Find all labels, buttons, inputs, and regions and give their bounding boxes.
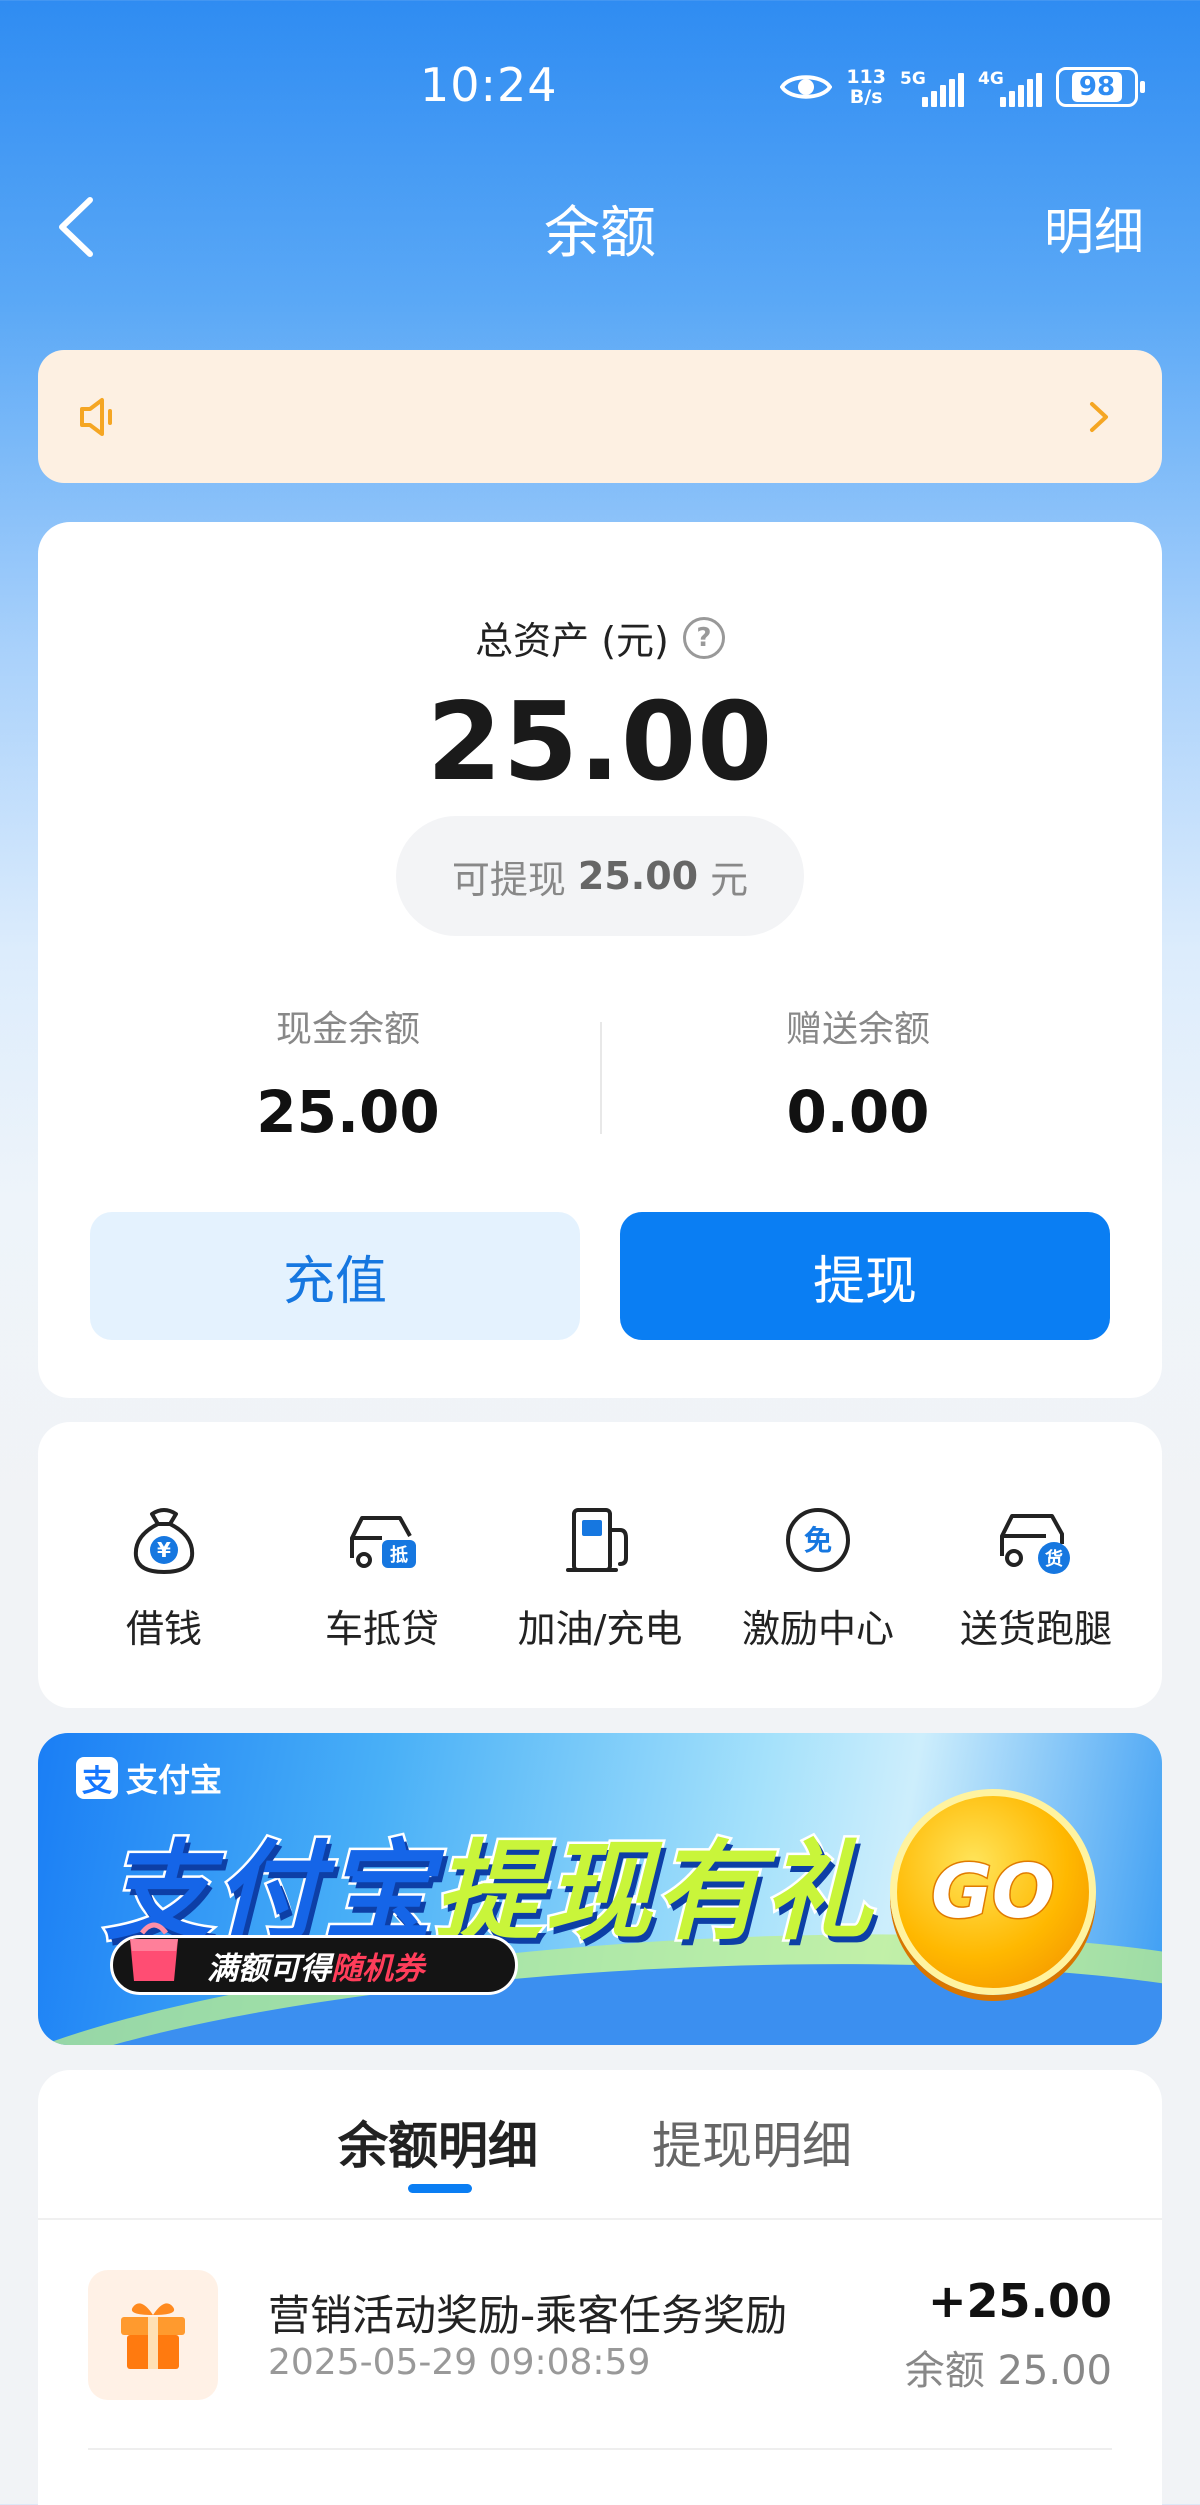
withdrawable-unit: 元 bbox=[710, 857, 749, 902]
speaker-icon bbox=[80, 398, 112, 436]
withdrawable-prefix: 可提现 bbox=[451, 857, 566, 902]
gift-box-icon bbox=[121, 2303, 185, 2369]
tab-withdraw-details[interactable]: 提现明细 bbox=[652, 2106, 852, 2178]
svg-text:免: 免 bbox=[804, 1524, 832, 1557]
service-incentive[interactable]: 免 激励中心 bbox=[712, 1500, 924, 1708]
bonus-balance: 赠送余额 0.00 bbox=[603, 1000, 1113, 1146]
promo-banner[interactable]: 支 支付宝 支付宝 提现有礼 满额可得 随机券 GO bbox=[38, 1733, 1162, 2045]
tab-balance-details[interactable]: 余额明细 bbox=[338, 2106, 538, 2178]
car-loan-icon: 抵 bbox=[350, 1516, 416, 1568]
services-card: ¥ 借钱 抵 车抵贷 加油/充电 免 激励中心 货 送货跑腿 bbox=[38, 1422, 1162, 1708]
bonus-balance-value: 0.00 bbox=[786, 1078, 930, 1146]
cash-balance-label: 现金余额 bbox=[275, 1009, 420, 1050]
svg-text:货: 货 bbox=[1045, 1548, 1063, 1570]
gift-icon bbox=[88, 2270, 218, 2400]
bonus-balance-label: 赠送余额 bbox=[785, 1009, 930, 1050]
balance-card: 总资产 (元) ? 25.00 可提现 25.00 元 现金余额 25.00 赠… bbox=[38, 522, 1162, 1398]
signal-4g-icon: 4G bbox=[978, 67, 1042, 107]
total-assets-label: 总资产 (元) bbox=[475, 619, 669, 663]
signal-5g-label: 5G bbox=[900, 69, 926, 89]
money-bag-icon: ¥ bbox=[133, 1508, 195, 1574]
service-label: 激励中心 bbox=[741, 1607, 894, 1651]
withdraw-button[interactable]: 提现 bbox=[620, 1212, 1110, 1340]
banner-tag-highlight: 随机券 bbox=[331, 1950, 424, 1987]
active-tab-indicator bbox=[408, 2184, 472, 2193]
service-fuel-charge[interactable]: 加油/充电 bbox=[494, 1500, 706, 1708]
signal-5g-icon: 5G bbox=[900, 67, 964, 107]
go-button-label: GO bbox=[930, 1848, 1057, 1937]
nav-header: 余额 明细 bbox=[0, 170, 1200, 280]
banner-brand: 支 支付宝 bbox=[76, 1755, 222, 1801]
cash-balance: 现金余额 25.00 bbox=[93, 1000, 603, 1146]
withdrawable-pill: 可提现 25.00 元 bbox=[396, 816, 804, 936]
svg-text:抵: 抵 bbox=[390, 1544, 408, 1566]
detail-link[interactable]: 明细 bbox=[1044, 192, 1144, 264]
column-divider bbox=[600, 1022, 602, 1134]
battery-level: 98 bbox=[1071, 72, 1123, 102]
total-assets-label-row: 总资产 (元) ? bbox=[38, 610, 1162, 665]
total-assets-value: 25.00 bbox=[426, 680, 774, 805]
signal-4g-label: 4G bbox=[978, 69, 1004, 89]
status-icons: 113 B/s 5G 4G 98 bbox=[780, 62, 1145, 112]
record-amount: +25.00 bbox=[927, 2274, 1112, 2328]
delivery-truck-icon: 货 bbox=[1000, 1514, 1070, 1574]
status-time: 10:24 bbox=[420, 58, 558, 112]
banner-brand-text: 支付宝 bbox=[126, 1761, 223, 1799]
chevron-left-icon bbox=[59, 197, 93, 257]
service-borrow[interactable]: ¥ 借钱 bbox=[58, 1500, 270, 1708]
network-speed-unit: B/s bbox=[849, 86, 883, 108]
service-label: 加油/充电 bbox=[517, 1607, 683, 1651]
notice-bar[interactable] bbox=[38, 350, 1162, 483]
gift-bag-icon bbox=[130, 1922, 178, 1981]
free-badge-icon: 免 bbox=[786, 1508, 850, 1572]
service-label: 送货跑腿 bbox=[959, 1607, 1112, 1651]
recharge-button[interactable]: 充值 bbox=[90, 1212, 580, 1340]
withdrawable-amount: 25.00 bbox=[577, 854, 699, 898]
chevron-right-icon bbox=[1090, 402, 1108, 432]
battery-icon: 98 bbox=[1056, 67, 1145, 107]
back-button[interactable] bbox=[50, 192, 110, 262]
page-title: 余额 bbox=[544, 201, 656, 266]
cash-balance-value: 25.00 bbox=[256, 1078, 440, 1146]
banner-tag-prefix: 满额可得 bbox=[207, 1950, 331, 1987]
status-bar: 10:24 113 B/s 5G 4G 98 bbox=[0, 0, 1200, 170]
service-car-loan[interactable]: 抵 车抵贷 bbox=[276, 1500, 488, 1708]
record-balance: 余额 25.00 bbox=[904, 2348, 1112, 2394]
help-icon[interactable]: ? bbox=[682, 616, 725, 659]
record-title: 营销活动奖励-乘客任务奖励 bbox=[268, 2291, 788, 2340]
details-tabs: 余额明细 提现明细 bbox=[38, 2070, 1162, 2220]
record-time: 2025-05-29 09:08:59 bbox=[268, 2342, 651, 2383]
service-delivery[interactable]: 货 送货跑腿 bbox=[930, 1500, 1142, 1708]
go-button[interactable]: GO bbox=[890, 1789, 1096, 1995]
fuel-pump-icon bbox=[566, 1508, 628, 1572]
details-card: 余额明细 提现明细 营销活动奖励-乘客任务奖励 2025-05-29 09:08… bbox=[38, 2070, 1162, 2505]
alipay-logo-icon: 支 bbox=[76, 1757, 118, 1799]
list-item[interactable]: 营销活动奖励-乘客任务奖励 2025-05-29 09:08:59 +25.00… bbox=[38, 2222, 1162, 2442]
service-label: 车抵贷 bbox=[324, 1607, 439, 1651]
network-speed-value: 113 bbox=[846, 66, 886, 88]
network-speed: 113 B/s bbox=[846, 67, 886, 107]
service-label: 借钱 bbox=[125, 1607, 202, 1651]
eye-icon bbox=[780, 75, 833, 99]
record-divider bbox=[88, 2448, 1112, 2450]
svg-text:¥: ¥ bbox=[157, 1538, 171, 1562]
